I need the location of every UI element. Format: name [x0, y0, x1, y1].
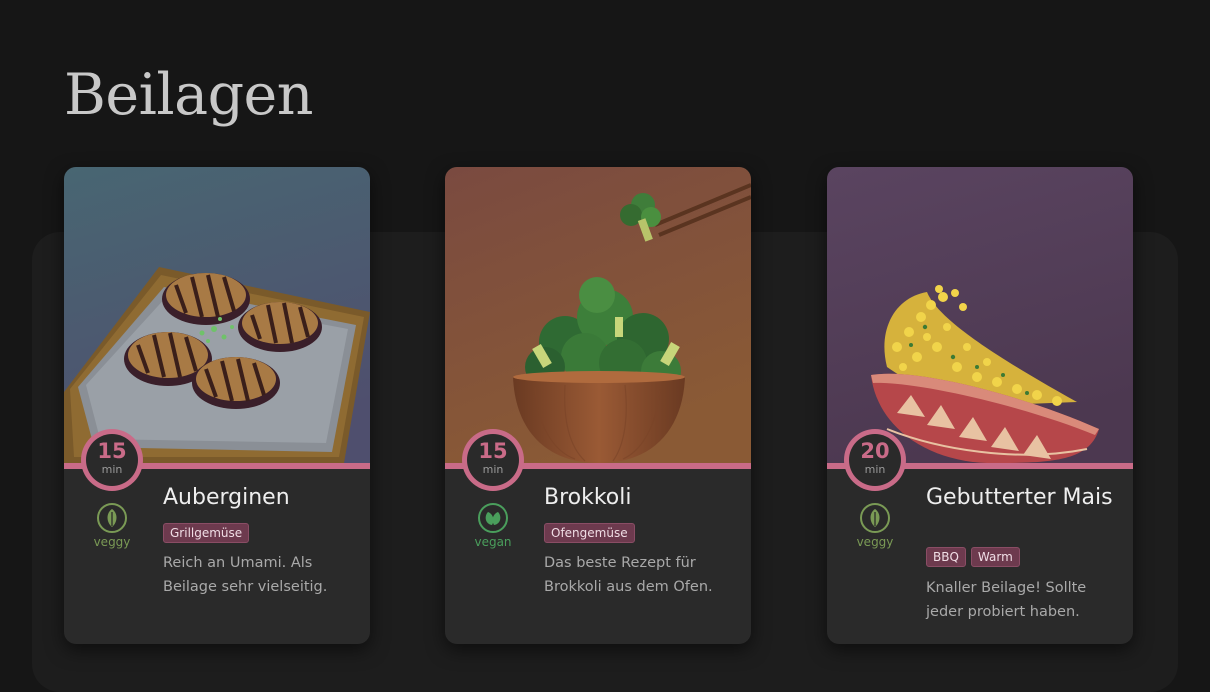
card-title[interactable]: Brokkoli: [544, 485, 734, 510]
recipe-card-auberginen[interactable]: 15 min veggy Auberginen Grillgemüse Reic…: [64, 167, 370, 644]
card-title[interactable]: Gebutterter Mais: [926, 485, 1116, 510]
diet-indicator: vegan: [461, 502, 525, 549]
card-title[interactable]: Auberginen: [163, 485, 353, 510]
tag[interactable]: Warm: [970, 547, 1020, 567]
double-leaf-icon: [478, 503, 508, 533]
diet-indicator: veggy: [843, 502, 907, 549]
leaf-icon: [97, 503, 127, 533]
tag-list: BBQ Warm: [926, 547, 1020, 567]
broccoli-bowl-image: [445, 167, 751, 463]
leaf-icon: [860, 503, 890, 533]
time-badge: 20 min: [844, 429, 906, 491]
time-badge: 15 min: [81, 429, 143, 491]
page-title: Beilagen: [64, 62, 314, 128]
recipe-card-brokkoli[interactable]: 15 min vegan Brokkoli Ofengemüse Das bes…: [445, 167, 751, 644]
time-value: 15: [97, 439, 127, 463]
time-unit: min: [864, 463, 886, 476]
time-value: 20: [860, 439, 890, 463]
tag[interactable]: Grillgemüse: [163, 523, 250, 543]
diet-label: veggy: [93, 535, 131, 549]
time-value: 15: [478, 439, 508, 463]
diet-label: veggy: [856, 535, 894, 549]
time-unit: min: [482, 463, 504, 476]
recipe-card-gebutterter-mais[interactable]: 20 min veggy Gebutterter Mais BBQ Warm K…: [827, 167, 1133, 644]
tag-list: Ofengemüse: [544, 523, 635, 543]
tag[interactable]: Ofengemüse: [544, 523, 635, 543]
time-badge: 15 min: [462, 429, 524, 491]
tag-list: Grillgemüse: [163, 523, 250, 543]
corn-bowl-image: [827, 167, 1133, 463]
diet-indicator: veggy: [80, 502, 144, 549]
diet-label: vegan: [474, 535, 512, 549]
card-description: Knaller Beilage! Sollte jeder probiert h…: [926, 580, 1087, 620]
tag[interactable]: BBQ: [926, 547, 966, 567]
card-description: Das beste Rezept für Brokkoli aus dem Of…: [544, 555, 713, 595]
grilled-eggplant-image: [64, 167, 370, 463]
card-description: Reich an Umami. Als Beilage sehr vielsei…: [163, 555, 328, 595]
time-unit: min: [101, 463, 123, 476]
